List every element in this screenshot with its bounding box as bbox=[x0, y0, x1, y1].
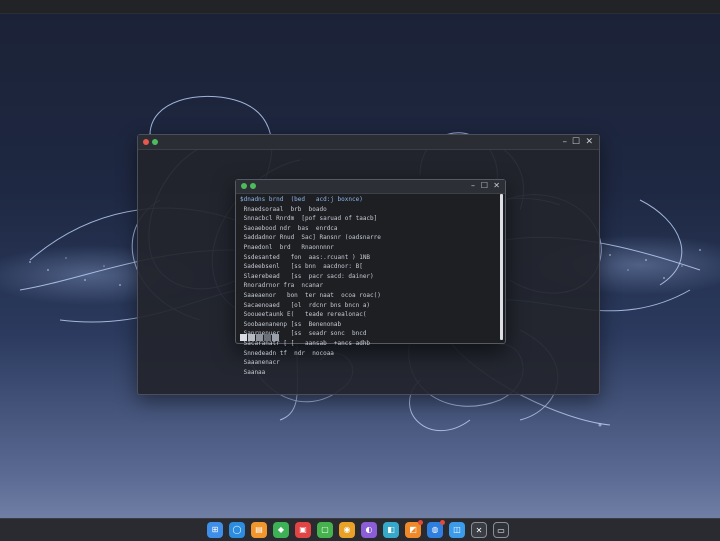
dock-glyph: ⊞ bbox=[211, 525, 219, 534]
terminal-line: Saoaebood ndr bas enrdca bbox=[240, 224, 338, 232]
dock-glyph: ◍ bbox=[431, 525, 439, 534]
background-window-titlebar[interactable]: – ☐ ✕ bbox=[138, 135, 599, 150]
blue-badge-app-icon[interactable]: ◍ bbox=[427, 520, 445, 538]
maximize-dot-icon[interactable] bbox=[152, 139, 158, 145]
terminal-line: Saaeaenor bon ter naat ocoa roac() bbox=[240, 291, 381, 299]
color-swatch bbox=[264, 334, 271, 341]
terminal-line: $dnadns brnd (bed acd:j boxnce) bbox=[240, 196, 363, 203]
terminal-line: Soobaenanenp [ss Benenonab bbox=[240, 320, 342, 328]
close-button[interactable]: ✕ bbox=[585, 136, 593, 148]
dock-glyph: ▢ bbox=[321, 525, 329, 534]
color-swatch bbox=[248, 334, 255, 341]
terminal-line: Slaerebead [ss pacr sacd: dainer) bbox=[240, 272, 374, 280]
dock-glyph: ▣ bbox=[299, 525, 307, 534]
color-swatch bbox=[240, 334, 247, 341]
dock-glyph: ◆ bbox=[277, 525, 285, 534]
terminal-line: Sadeebsenl [ss bnn aacdnor: B[ bbox=[240, 263, 363, 271]
grid-app-icon[interactable]: ⊞ bbox=[207, 522, 223, 538]
color-swatch bbox=[256, 334, 263, 341]
dock-glyph: ▤ bbox=[255, 525, 263, 534]
terminal-line: Saaanenacr bbox=[240, 359, 280, 367]
purple-app-icon[interactable]: ◐ bbox=[361, 522, 377, 538]
terminal-line: Snnacbcl Rnrdm [pof saruad of taacb] bbox=[240, 215, 378, 223]
chrome-icon[interactable]: ◉ bbox=[339, 522, 355, 538]
dock-glyph: ▭ bbox=[497, 526, 505, 535]
notification-badge bbox=[418, 520, 423, 525]
color-swatches bbox=[240, 334, 279, 341]
orange-app-icon[interactable]: ▤ bbox=[251, 522, 267, 538]
orange-badge-app-icon[interactable]: ◩ bbox=[405, 520, 423, 538]
terminal-line: Rnaedsoraal brb boado bbox=[240, 205, 327, 213]
terminal-maximize-button[interactable]: ☐ bbox=[481, 180, 488, 192]
terminal-scrollbar[interactable] bbox=[500, 194, 503, 340]
terminal-close-button[interactable]: ✕ bbox=[493, 180, 500, 192]
minimize-button[interactable]: – bbox=[563, 136, 568, 148]
green-app-icon[interactable]: ◆ bbox=[273, 522, 289, 538]
terminal-titlebar[interactable]: – ☐ ✕ bbox=[236, 180, 505, 194]
terminal-line: Sacaenoaed [ol rdcnr bns bncn a) bbox=[240, 301, 371, 309]
terminal-output[interactable]: $dnadns brnd (bed acd:j boxnce) Rnaedsor… bbox=[240, 195, 495, 377]
terminal-line: Snnedeadn tf ndr nocoaa bbox=[240, 349, 334, 357]
terminal-line: Saanaa bbox=[240, 368, 266, 376]
terminal-dot-icon[interactable] bbox=[250, 183, 256, 189]
terminal-window[interactable]: – ☐ ✕ $dnadns brnd (bed acd:j boxnce) Rn… bbox=[235, 179, 506, 376]
terminal-line: Ssdesanted fon aas:.rcuant ) 1NB bbox=[240, 253, 371, 261]
dock-glyph: ◐ bbox=[365, 525, 373, 534]
dock-glyph: ◉ bbox=[343, 525, 351, 534]
color-swatch bbox=[272, 334, 279, 341]
terminal-dot-icon[interactable] bbox=[241, 183, 247, 189]
trash-icon[interactable]: ▭ bbox=[493, 522, 509, 538]
terminal-line: Saddadnor Rnud Sac] Ransnr (oadsnarre bbox=[240, 234, 381, 242]
close-app-icon[interactable]: ✕ bbox=[471, 522, 487, 538]
light-blue-app-icon[interactable]: ◫ bbox=[449, 522, 465, 538]
dock-icons: ⊞ ◯ ▤ ◆ ▣ ▢ ◉ ◐ ◧ ◩ ◍ ◫ ✕ ▭ bbox=[207, 520, 509, 538]
terminal-line: Sooueetaunk E( teade rerealonac( bbox=[240, 311, 367, 319]
dock-glyph: ◫ bbox=[453, 525, 461, 534]
green-square-app-icon[interactable]: ▢ bbox=[317, 522, 333, 538]
dock-glyph: ◩ bbox=[409, 525, 417, 534]
terminal-minimize-button[interactable]: – bbox=[471, 180, 475, 192]
terminal-line: Rnoradrnor fra ncanar bbox=[240, 282, 324, 290]
notification-badge bbox=[440, 520, 445, 525]
red-app-icon[interactable]: ▣ bbox=[295, 522, 311, 538]
teal-app-icon[interactable]: ◧ bbox=[383, 522, 399, 538]
close-dot-icon[interactable] bbox=[143, 139, 149, 145]
dock-glyph: ◧ bbox=[387, 525, 395, 534]
blue-circle-app-icon[interactable]: ◯ bbox=[229, 522, 245, 538]
maximize-button[interactable]: ☐ bbox=[572, 136, 580, 148]
terminal-line: Pnaedonl brd Rnaonnnnr bbox=[240, 243, 334, 251]
dock-glyph: ◯ bbox=[232, 525, 242, 534]
dock-glyph: ✕ bbox=[475, 526, 483, 535]
